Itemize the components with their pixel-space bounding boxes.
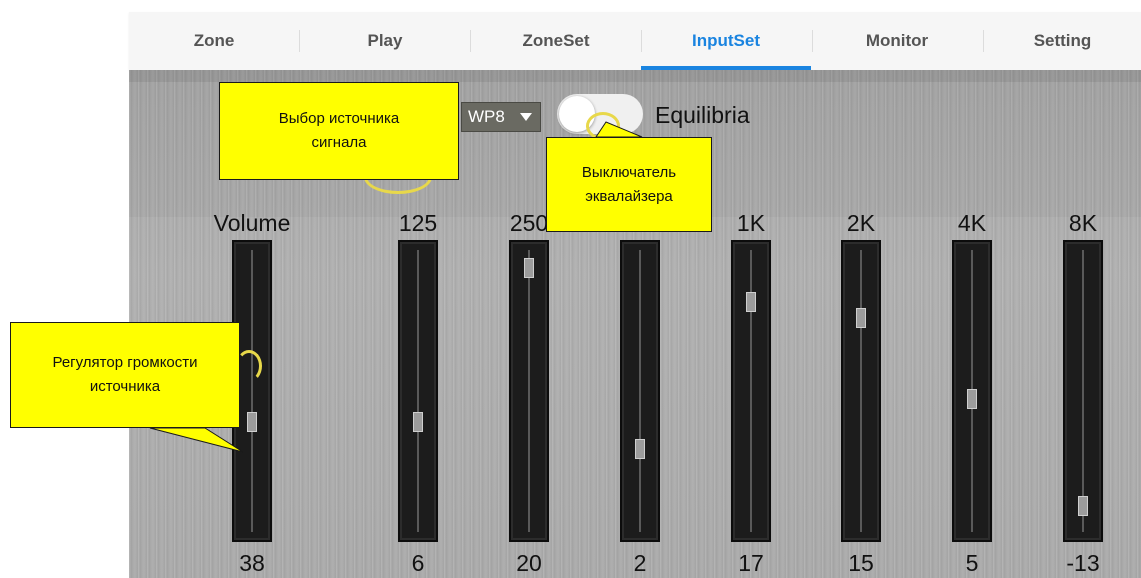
callout-pointers (149, 121, 643, 453)
callout-equalizer-toggle: Выключатель эквалайзера (546, 137, 712, 232)
callout-text: Регулятор громкости источника (52, 354, 198, 395)
callout-text: Выключатель эквалайзера (581, 163, 677, 205)
callout-volume-slider: Регулятор громкости источника (10, 322, 240, 428)
callout-text: Выбор источника сигнала (278, 110, 400, 151)
callout-source-select: Выбор источника сигнала (219, 82, 459, 180)
